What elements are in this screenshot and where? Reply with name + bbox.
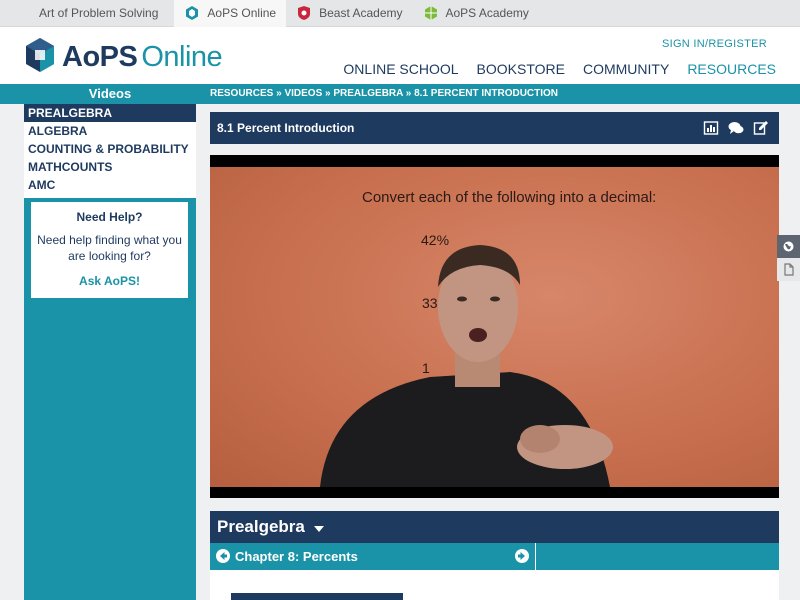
presenter-figure: [320, 245, 613, 487]
sign-in-register-link[interactable]: SIGN IN/REGISTER: [662, 38, 767, 50]
site-switcher-bar: Art of Problem Solving AoPS Online Beast…: [0, 0, 800, 27]
video-tools: [694, 120, 769, 136]
tab-aops-academy[interactable]: AoPS Academy: [413, 0, 539, 27]
comments-icon[interactable]: [728, 120, 744, 136]
logo-sub: Online: [141, 41, 223, 73]
aops-academy-cube-icon: [423, 5, 439, 21]
video-title-bar: 8.1 Percent Introduction: [210, 112, 779, 144]
sidebar-item-algebra[interactable]: ALGEBRA: [24, 122, 196, 140]
chapter-nav-left: Chapter 8: Percents: [210, 543, 536, 570]
sidebar-item-prealgebra[interactable]: PREALGEBRA: [24, 104, 196, 122]
video-sidebar: PREALGEBRA ALGEBRA COUNTING & PROBABILIT…: [24, 104, 196, 600]
nav-resources[interactable]: RESOURCES: [687, 61, 776, 77]
course-selector[interactable]: Prealgebra: [210, 511, 779, 543]
caret-down-icon: [313, 512, 324, 544]
tab-label: AoPS Academy: [445, 6, 529, 20]
aops-online-logo[interactable]: AoPS Online: [24, 37, 223, 78]
section-title: Videos: [88, 86, 132, 101]
globe-icon: [783, 241, 794, 252]
video-category-list: PREALGEBRA ALGEBRA COUNTING & PROBABILIT…: [24, 104, 196, 198]
aops-cube-icon: [184, 5, 200, 21]
ask-aops-link[interactable]: Ask AoPS!: [79, 274, 140, 288]
edit-icon[interactable]: [753, 120, 769, 136]
tab-label: AoPS Online: [207, 6, 277, 20]
video-frame: Convert each of the following into a dec…: [210, 167, 779, 487]
nav-community[interactable]: COMMUNITY: [583, 61, 669, 77]
nav-bookstore[interactable]: BOOKSTORE: [477, 61, 565, 77]
sidebar-item-amc[interactable]: AMC: [24, 176, 196, 194]
tab-label: Beast Academy: [319, 6, 403, 20]
tab-label: Art of Problem Solving: [39, 6, 159, 20]
aops-logo-cube-icon: [24, 37, 56, 78]
next-chapter-icon[interactable]: [515, 549, 529, 563]
course-title: Prealgebra: [217, 511, 324, 544]
beast-academy-shield-icon: [296, 5, 312, 21]
course-title-text: Prealgebra: [217, 517, 305, 536]
need-help-text: Need help finding what you are looking f…: [37, 233, 182, 263]
main-nav: ONLINE SCHOOL BOOKSTORE COMMUNITY RESOUR…: [325, 61, 776, 77]
bar-chart-icon[interactable]: [703, 120, 719, 136]
site-header: AoPS Online SIGN IN/REGISTER ONLINE SCHOO…: [0, 27, 800, 84]
language-globe-button[interactable]: [777, 235, 800, 258]
breadcrumb[interactable]: RESOURCES » VIDEOS » PREALGEBRA » 8.1 PE…: [210, 84, 558, 104]
need-help-heading: Need Help?: [76, 210, 143, 224]
document-icon: [784, 263, 794, 276]
chapter-label: Chapter 8: Percents: [235, 549, 358, 564]
video-list-area: [210, 570, 779, 600]
tab-aops-online[interactable]: AoPS Online: [174, 0, 287, 27]
video-player[interactable]: Convert each of the following into a dec…: [210, 155, 779, 498]
nav-online-school[interactable]: ONLINE SCHOOL: [343, 61, 458, 77]
video-list-item-header[interactable]: [231, 593, 403, 600]
sidebar-item-counting-probability[interactable]: COUNTING & PROBABILITY: [24, 140, 196, 158]
logo-main: AoPS: [62, 41, 138, 73]
need-help-box: Need Help? Need help finding what you ar…: [31, 202, 188, 298]
video-title: 8.1 Percent Introduction: [217, 121, 355, 135]
section-band: Videos RESOURCES » VIDEOS » PREALGEBRA »…: [0, 84, 800, 104]
document-button[interactable]: [777, 258, 800, 281]
tab-beast-academy[interactable]: Beast Academy: [286, 0, 412, 27]
logo-text: AoPS Online: [62, 41, 223, 74]
sidebar-item-mathcounts[interactable]: MATHCOUNTS: [24, 158, 196, 176]
tab-art-of-problem-solving[interactable]: Art of Problem Solving: [0, 0, 174, 27]
chapter-nav: Chapter 8: Percents: [210, 543, 779, 570]
previous-chapter-icon[interactable]: [216, 549, 230, 563]
